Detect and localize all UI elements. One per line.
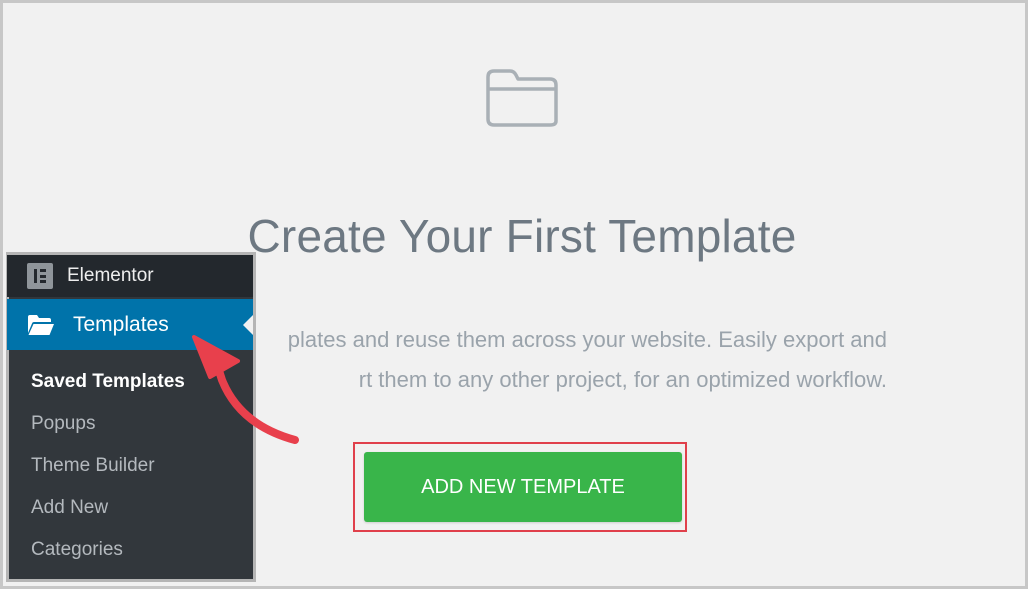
folder-outline-icon [486,69,558,127]
submenu-item-add-new[interactable]: Add New [7,487,253,529]
submenu-item-categories[interactable]: Categories [7,529,253,571]
folder-open-icon [28,314,54,335]
add-new-template-button[interactable]: ADD NEW TEMPLATE [364,452,682,522]
elementor-icon [27,263,53,289]
annotation-arrow-icon [192,335,299,444]
sidebar-item-elementor[interactable]: Elementor [7,255,253,297]
sidebar-item-label: Elementor [67,265,154,286]
sidebar-item-label: Templates [73,312,169,336]
